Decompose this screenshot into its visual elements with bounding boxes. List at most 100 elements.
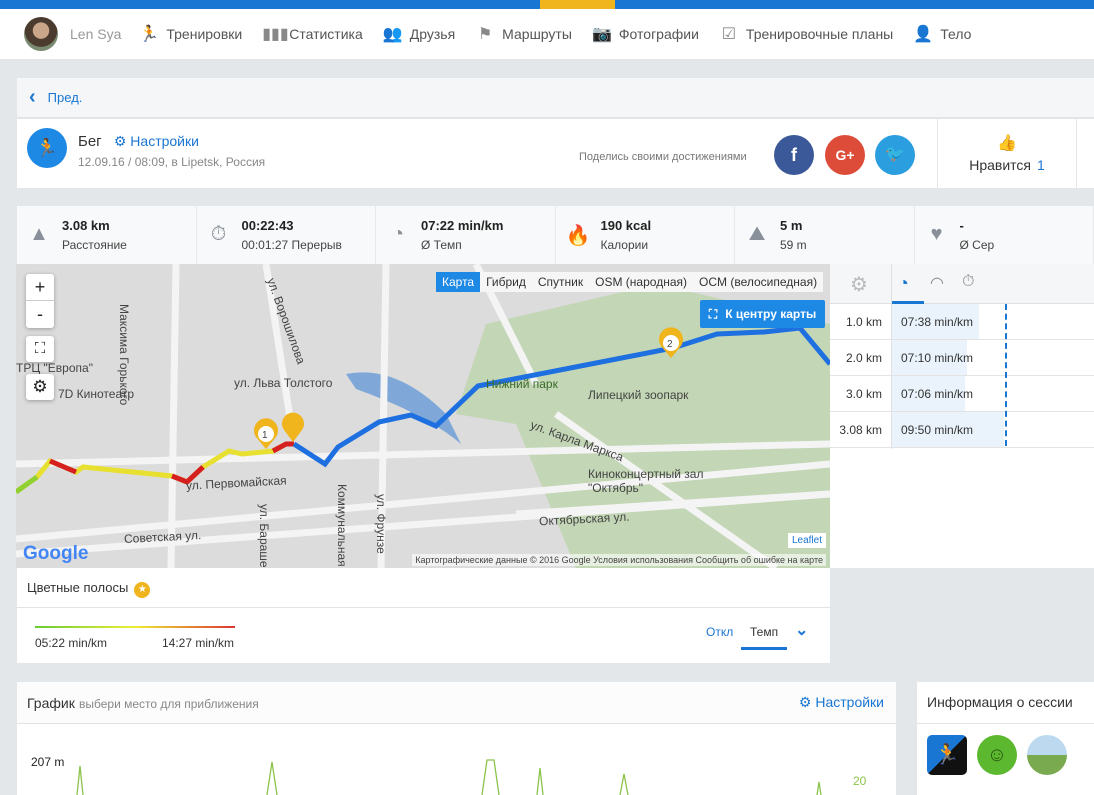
pace-min: 05:22 min/km xyxy=(35,636,108,650)
like-text: Нравится 1 xyxy=(938,157,1076,173)
map-tab-satellite[interactable]: Спутник xyxy=(532,272,589,292)
pace-gradient-legend xyxy=(35,626,235,628)
gear-icon[interactable]: ⚙ xyxy=(850,272,868,297)
main-nav: Len Sya 🏃 Тренировки ▮▮▮ Статистика 👥 Друзь… xyxy=(0,9,1094,59)
user-name[interactable]: Len Sya xyxy=(70,26,121,42)
chevron-left-icon: ‹ xyxy=(29,86,36,108)
nav-friends[interactable]: 👥 Друзья xyxy=(383,24,455,44)
feeling-happy-icon: ☺ xyxy=(977,735,1017,775)
like-button[interactable]: 👍 Нравится 1 xyxy=(937,119,1077,188)
like-count: 1 xyxy=(1036,157,1045,173)
graph-header: График выбери место для приближения ⚙ На… xyxy=(17,682,896,724)
settings-label: Настройки xyxy=(130,133,199,149)
split-distance: 1.0 km xyxy=(845,315,882,329)
map-label: Нижний парк xyxy=(486,377,558,391)
runtastic-app-icon: 🏃 xyxy=(927,735,967,775)
center-map-label: К центру карты xyxy=(725,307,817,321)
flame-icon: 🔥 xyxy=(565,225,591,247)
fullscreen-button[interactable]: ⛶ xyxy=(26,336,54,362)
color-bands-label: Цветные полосы xyxy=(27,580,129,595)
avatar[interactable] xyxy=(24,17,58,51)
stat-pace: ◔ 07:22 min/km Ø Темп xyxy=(376,206,556,264)
stopwatch-icon: ⏱ xyxy=(210,223,227,245)
stats-bar: ▲ 3.08 km Расстояние ⏱ 00:22:43 00:01:27 Пер… xyxy=(17,206,1094,264)
nav-statistics[interactable]: ▮▮▮ Статистика xyxy=(262,24,363,44)
thumbs-up-icon: 👍 xyxy=(997,135,1017,152)
signpost-icon: ⚑ xyxy=(478,26,493,43)
stat-value: 5 m xyxy=(780,218,803,233)
map-label: ул. Льва Толстого xyxy=(234,376,333,390)
nav-trainings[interactable]: 🏃 Тренировки xyxy=(139,24,242,44)
settings-link[interactable]: ⚙ Настройки xyxy=(114,133,199,149)
stat-value: 07:22 min/km xyxy=(421,218,504,233)
camera-icon: 📷 xyxy=(591,26,612,43)
nav-label: Тренировки xyxy=(166,26,243,42)
map-tab-ocm[interactable]: OCM (велосипедная) xyxy=(693,272,823,292)
twitter-share-button[interactable]: 🐦 xyxy=(875,135,915,175)
clipboard-icon: ☑ xyxy=(721,26,737,43)
nav-training-plans[interactable]: ☑ Тренировочные планы xyxy=(719,24,894,44)
color-off-option[interactable]: Откл xyxy=(706,625,733,639)
stat-value: 190 kcal xyxy=(600,218,652,233)
splits-panel: ⚙ ◔ ◠ ⏱ 1.0 km 07:38 min/km 2.0 km 07:10… xyxy=(830,264,1094,568)
color-pace-option[interactable]: Темп xyxy=(741,625,788,650)
zoom-out-button[interactable]: - xyxy=(26,301,54,327)
stat-value: 00:22:43 xyxy=(241,218,294,233)
split-distance: 3.0 km xyxy=(845,387,882,401)
route-map[interactable]: 1 2 Советская ул. ул. Первомайская ул. Л… xyxy=(16,264,830,568)
pace-icon: ◔ xyxy=(391,223,405,245)
map-attribution[interactable]: Картографические данные © 2016 Google Ус… xyxy=(412,554,826,566)
share-label: Поделись своими достижениями xyxy=(579,151,747,163)
split-pace: 07:38 min/km xyxy=(901,315,974,329)
nav-label: Статистика xyxy=(289,26,363,42)
graph-settings-link[interactable]: ⚙ Настройки xyxy=(799,694,884,711)
road-icon: ▲ xyxy=(29,223,49,245)
stat-elevation: ⛰ 5 m 59 m xyxy=(735,206,915,264)
split-row: 2.0 km 07:10 min/km xyxy=(830,340,1094,376)
like-label: Нравится xyxy=(969,157,1031,173)
running-icon: 🏃 xyxy=(139,26,160,43)
map-tab-hybrid[interactable]: Гибрид xyxy=(480,272,532,292)
stat-label: 59 m xyxy=(780,238,807,252)
stat-label: Ø Сер xyxy=(959,238,995,252)
nav-photos[interactable]: 📷 Фотографии xyxy=(592,24,699,44)
leaflet-link[interactable]: Leaflet xyxy=(787,533,826,548)
active-indicator xyxy=(540,0,615,9)
color-bands-title: Цветные полосы ★ xyxy=(27,580,151,598)
prev-link[interactable]: ‹ Пред. xyxy=(17,78,1094,118)
googleplus-share-button[interactable]: G+ xyxy=(825,135,865,175)
center-map-button[interactable]: ⛶ К центру карты xyxy=(700,300,825,328)
stat-duration: ⏱ 00:22:43 00:01:27 Перерыв xyxy=(197,206,376,264)
nav-routes[interactable]: ⚑ Маршруты xyxy=(475,24,572,44)
stat-label: Расстояние xyxy=(62,238,127,252)
zoom-in-button[interactable]: + xyxy=(26,274,54,301)
stat-label: Ø Темп xyxy=(421,238,462,252)
nav-label: Тело xyxy=(940,26,972,42)
map-icon: ⛶ xyxy=(708,306,718,321)
nav-label: Маршруты xyxy=(502,26,572,42)
pace-tab-icon[interactable]: ◔ xyxy=(898,273,909,294)
color-bands-panel: Цветные полосы ★ 05:22 min/km 14:27 min/k… xyxy=(17,568,830,663)
activity-title: Бег ⚙ Настройки xyxy=(78,133,199,150)
speedometer-icon[interactable]: ◠ xyxy=(930,273,944,293)
stopwatch-icon[interactable]: ⏱ xyxy=(962,273,974,291)
nav-body[interactable]: 👤 Тело xyxy=(913,24,971,44)
google-logo: Google xyxy=(23,543,88,565)
facebook-share-button[interactable]: f xyxy=(774,135,814,175)
chevron-down-icon[interactable]: ⌄ xyxy=(795,620,808,640)
split-row: 3.0 km 07:06 min/km xyxy=(830,376,1094,412)
map-label: Липецкий зоопарк xyxy=(588,388,689,402)
map-tab-osm[interactable]: OSM (народная) xyxy=(589,272,693,292)
pace-max: 14:27 min/km xyxy=(162,636,235,650)
person-icon: 👤 xyxy=(913,26,934,43)
top-accent-bar xyxy=(0,0,1094,9)
map-tab-map[interactable]: Карта xyxy=(436,272,481,292)
elevation-chart[interactable] xyxy=(17,724,896,795)
stat-label: 00:01:27 Перерыв xyxy=(241,238,342,252)
map-label: Коммунальная xyxy=(335,484,349,567)
nav-label: Фотографии xyxy=(618,26,699,42)
map-type-tabs: Карта Гибрид Спутник OSM (народная) OCM … xyxy=(436,272,824,292)
activity-header: 🏃 Бег ⚙ Настройки 12.09.16 / 08:09, в Li… xyxy=(17,119,1094,188)
map-settings-button[interactable]: ⚙ xyxy=(26,374,54,400)
stat-value: - xyxy=(959,218,964,233)
